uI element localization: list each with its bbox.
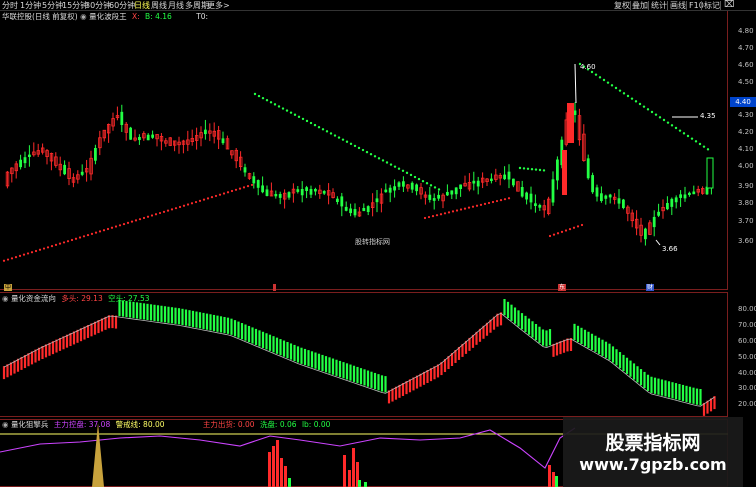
level-price-label: 4.35 — [700, 112, 716, 120]
event-marker[interactable]: 东 — [558, 284, 566, 291]
overlay-button[interactable]: 叠加 — [632, 0, 648, 11]
watermark-small: 股转指标网 — [355, 238, 390, 246]
indicator-name[interactable]: 量化波段王 — [89, 12, 127, 21]
price-tick: 4.80 — [738, 27, 754, 35]
main-control-value: 37.08 — [88, 420, 111, 429]
separator — [686, 1, 687, 10]
period-tab[interactable]: 60分钟 — [109, 0, 135, 11]
period-tab[interactable]: 1分钟 — [20, 0, 41, 11]
fund-tick: 60.00 — [738, 337, 756, 345]
event-marker[interactable]: 中 — [4, 284, 12, 291]
price-tick: 3.90 — [738, 182, 754, 190]
param-x-label: X: — [131, 12, 140, 21]
main-legend: 华联控股(日线 前复权) ◉ 量化波段王 X: B: 4.16 T0: — [2, 12, 208, 22]
fund-tick: 40.00 — [738, 369, 756, 377]
main-exit-value: 0.00 — [237, 420, 255, 429]
fund-title[interactable]: 量化资金流向 — [11, 294, 56, 303]
period-tab[interactable]: 月线 — [168, 0, 184, 11]
indicator-dot-icon: ◉ — [2, 420, 9, 429]
fund-tick: 50.00 — [738, 353, 756, 361]
lb-label: lb: — [301, 420, 312, 429]
price-tick: 4.10 — [738, 145, 754, 153]
price-tick: 3.60 — [738, 237, 754, 245]
separator — [630, 1, 631, 10]
indicator-dot-icon: ◉ — [2, 294, 9, 303]
period-tab[interactable]: 分时 — [2, 0, 18, 11]
indicator-dot-icon: ◉ — [80, 12, 87, 21]
separator — [701, 1, 702, 10]
price-tick: 4.30 — [738, 111, 754, 119]
period-tab-active[interactable]: 日线 — [134, 0, 150, 11]
price-tick: 4.50 — [738, 78, 754, 86]
fund-tick: 30.00 — [738, 384, 756, 392]
event-marker[interactable]: 财 — [646, 284, 654, 291]
price-tick: 4.00 — [738, 162, 754, 170]
price-tick: 3.80 — [738, 199, 754, 207]
stats-button[interactable]: 统计 — [651, 0, 667, 11]
high-price-label: 4.60 — [580, 63, 596, 71]
bull-label: 多头: 29.13 — [61, 294, 103, 303]
period-tab[interactable]: 周线 — [151, 0, 167, 11]
alert-value: 80.00 — [143, 420, 165, 429]
fund-flow-frame — [0, 292, 728, 417]
main-control-label: 主力控盘: — [53, 420, 87, 429]
wash-value: 0.06 — [279, 420, 297, 429]
site-watermark-url: www.7gpzb.com — [579, 455, 727, 474]
separator — [648, 1, 649, 10]
price-tick: 3.70 — [738, 217, 754, 225]
period-toolbar: 分时 1分钟 5分钟 15分钟 30分钟 60分钟 日线 周线 月线 多周期 更… — [0, 0, 756, 11]
price-tick: 4.20 — [738, 128, 754, 136]
sniper-legend: ◉ 量化狙擎兵 主力控盘: 37.08 警戒线: 80.00 主力出货: 0.0… — [2, 420, 330, 430]
close-icon[interactable]: ⌧ — [724, 0, 734, 11]
main-chart-frame — [0, 11, 728, 290]
bear-label: 空头: 27.53 — [108, 294, 150, 303]
fund-tick: 80.00 — [738, 305, 756, 313]
lb-value: 0.00 — [313, 420, 331, 429]
draw-line-button[interactable]: 画线 — [670, 0, 686, 11]
current-price-badge: 4.40 — [730, 97, 756, 107]
fund-tick: 20.00 — [738, 400, 756, 408]
main-exit-label: 主力出货: — [202, 420, 236, 429]
param-b-label: B: 4.16 — [145, 12, 172, 21]
sniper-title[interactable]: 量化狙擎兵 — [11, 420, 49, 429]
price-tick: 4.70 — [738, 44, 754, 52]
period-tab[interactable]: 多周期 — [185, 0, 209, 11]
period-tab[interactable]: 5分钟 — [42, 0, 63, 11]
fund-legend: ◉ 量化资金流向 多头: 29.13 空头: 27.53 — [2, 294, 150, 304]
fuquan-button[interactable]: 复权 — [614, 0, 630, 11]
period-tab[interactable]: 更多> — [207, 0, 230, 11]
period-tab[interactable]: 30分钟 — [85, 0, 111, 11]
mark-button[interactable]: 标记 — [704, 0, 720, 11]
event-marker[interactable] — [273, 284, 276, 291]
param-t0-label: T0: — [196, 12, 209, 21]
site-watermark-title: 股票指标网 — [605, 432, 701, 454]
stock-title: 华联控股(日线 前复权) — [2, 12, 78, 21]
alert-label: 警戒线: — [115, 420, 141, 429]
separator — [667, 1, 668, 10]
wash-label: 洗盘: — [259, 420, 278, 429]
price-tick: 4.60 — [738, 61, 754, 69]
fund-tick: 70.00 — [738, 321, 756, 329]
separator — [720, 1, 721, 10]
low-price-label: 3.66 — [662, 245, 678, 253]
